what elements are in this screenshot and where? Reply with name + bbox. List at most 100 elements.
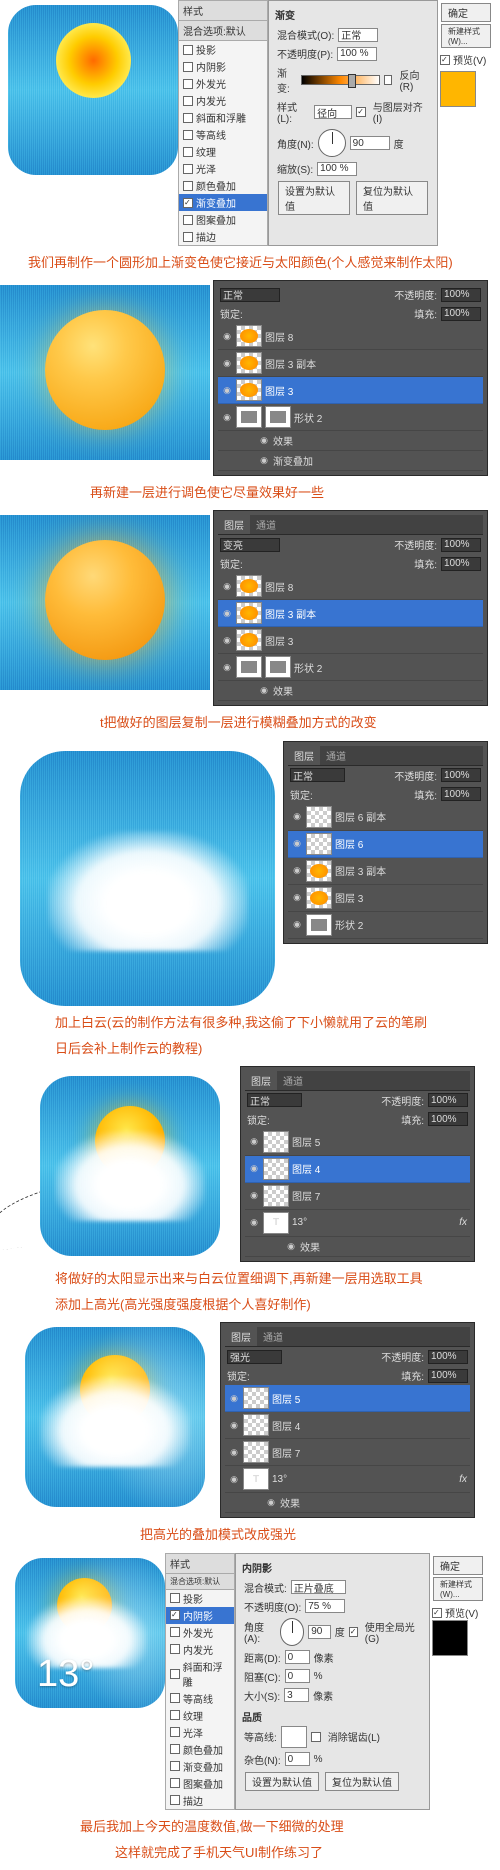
- layer-row-selected[interactable]: 图层 4: [245, 1156, 470, 1183]
- layer-row[interactable]: 图层 8: [218, 573, 483, 600]
- layer-effects[interactable]: 效果: [225, 1493, 470, 1513]
- blend-mode-6[interactable]: 强光: [227, 1350, 282, 1364]
- is-angle-dial[interactable]: [280, 1618, 305, 1646]
- layer-row[interactable]: 形状 2: [218, 404, 483, 431]
- layer-row-selected[interactable]: 图层 3 副本: [218, 600, 483, 627]
- style-inner-shadow-sel[interactable]: 内阴影: [166, 1607, 234, 1624]
- ok-button-7[interactable]: 确定: [433, 1556, 483, 1575]
- step-text-4a: 加上白云(云的制作方法有很多种,我这偷了下小懒就用了云的笔刷: [0, 1006, 500, 1040]
- set-default-button[interactable]: 设置为默认值: [278, 181, 350, 215]
- blend-mode-select[interactable]: 正常: [338, 28, 378, 42]
- tab-channels[interactable]: 通道: [277, 1071, 309, 1090]
- style-drop-shadow[interactable]: 投影: [179, 41, 267, 58]
- layers-panel-4: 图层通道 正常不透明度:100% 锁定:填充:100% 图层 6 副本 图层 6…: [283, 741, 488, 944]
- style-item[interactable]: 颜色叠加: [166, 1741, 234, 1758]
- step-text-6: 把高光的叠加模式改成强光: [0, 1518, 500, 1552]
- new-style-button-7[interactable]: 新建样式(W)...: [433, 1577, 483, 1601]
- ok-button[interactable]: 确定: [441, 3, 491, 22]
- tab-layers[interactable]: 图层: [245, 1071, 277, 1090]
- step-text-5b: 添加上高光(高光强度强度根据个人喜好制作): [0, 1296, 500, 1322]
- gradient-title: 渐变: [275, 7, 431, 22]
- blend-mode-2[interactable]: 正常: [220, 288, 280, 302]
- layer-row-selected[interactable]: 图层 5: [225, 1385, 470, 1412]
- opacity-2[interactable]: 100%: [441, 288, 481, 302]
- tab-channels[interactable]: 通道: [320, 746, 352, 765]
- layer-row[interactable]: 图层 3: [218, 627, 483, 654]
- tab-layers[interactable]: 图层: [218, 515, 250, 534]
- style-contour[interactable]: 等高线: [179, 126, 267, 143]
- style-inner-shadow[interactable]: 内阴影: [179, 58, 267, 75]
- layer-row[interactable]: 图层 5: [245, 1129, 470, 1156]
- style-stroke[interactable]: 描边: [179, 228, 267, 245]
- new-style-button[interactable]: 新建样式(W)...: [441, 24, 491, 48]
- layer-row[interactable]: 形状 2: [288, 912, 483, 939]
- angle-input[interactable]: 90: [350, 136, 390, 150]
- style-outer-glow[interactable]: 外发光: [179, 75, 267, 92]
- style-gradient-overlay[interactable]: 渐变叠加: [179, 194, 267, 211]
- layer-row-selected[interactable]: 图层 6: [288, 831, 483, 858]
- angle-dial[interactable]: [318, 129, 346, 157]
- step-text-2: 再新建一层进行调色使它尽量效果好一些: [0, 476, 500, 510]
- style-pattern-overlay[interactable]: 图案叠加: [179, 211, 267, 228]
- layer-row[interactable]: 图层 8: [218, 323, 483, 350]
- is-reset-default[interactable]: 复位为默认值: [325, 1772, 399, 1791]
- layer-row[interactable]: 图层 4: [225, 1412, 470, 1439]
- tab-layers[interactable]: 图层: [288, 746, 320, 765]
- contour-thumb[interactable]: [281, 1726, 307, 1748]
- style-color-overlay[interactable]: 颜色叠加: [179, 177, 267, 194]
- is-set-default[interactable]: 设置为默认值: [245, 1772, 319, 1791]
- temperature-text: 13°: [37, 1653, 94, 1696]
- is-blend[interactable]: 正片叠底: [291, 1580, 346, 1594]
- layers-panel-5: 图层通道 正常不透明度:100% 锁定:填充:100% 图层 5 图层 4 图层…: [240, 1066, 475, 1262]
- style-item[interactable]: 外发光: [166, 1624, 234, 1641]
- icon-preview-1: [8, 5, 178, 175]
- scale-input[interactable]: 100 %: [317, 162, 357, 176]
- preview-swatch: [440, 71, 476, 107]
- style-item[interactable]: 图案叠加: [166, 1775, 234, 1792]
- style-item[interactable]: 斜面和浮雕: [166, 1658, 234, 1690]
- style-item[interactable]: 描边: [166, 1792, 234, 1809]
- style-texture[interactable]: 纹理: [179, 143, 267, 160]
- blend-mode-3[interactable]: 变亮: [220, 538, 280, 552]
- layer-row-text[interactable]: T13°fx: [245, 1210, 470, 1237]
- layer-row[interactable]: 图层 3 副本: [218, 350, 483, 377]
- opacity-input[interactable]: 100 %: [337, 47, 377, 61]
- gradient-style-select[interactable]: 径向: [314, 105, 352, 119]
- blend-mode-5[interactable]: 正常: [247, 1093, 302, 1107]
- icon-preview-3: [0, 515, 210, 690]
- layer-effects[interactable]: 效果: [218, 681, 483, 701]
- layer-row-text[interactable]: T13°fx: [225, 1466, 470, 1493]
- style-item[interactable]: 光泽: [166, 1724, 234, 1741]
- style-item[interactable]: 内发光: [166, 1641, 234, 1658]
- style-bevel[interactable]: 斜面和浮雕: [179, 109, 267, 126]
- blend-options-header: 混合选项:默认: [179, 21, 267, 41]
- style-item[interactable]: 投影: [166, 1590, 234, 1607]
- style-inner-glow[interactable]: 内发光: [179, 92, 267, 109]
- layer-row[interactable]: 形状 2: [218, 654, 483, 681]
- gradient-preview[interactable]: [301, 75, 380, 85]
- layer-effect-gradient[interactable]: 渐变叠加: [218, 451, 483, 471]
- fill-2[interactable]: 100%: [441, 307, 481, 321]
- is-opacity[interactable]: 75 %: [305, 1599, 345, 1613]
- reset-default-button[interactable]: 复位为默认值: [356, 181, 428, 215]
- tab-layers[interactable]: 图层: [225, 1327, 257, 1346]
- layer-effects[interactable]: 效果: [218, 431, 483, 451]
- layer-row[interactable]: 图层 6 副本: [288, 804, 483, 831]
- layer-row[interactable]: 图层 3: [288, 885, 483, 912]
- preview-swatch-7: [432, 1620, 468, 1656]
- blend-mode-4[interactable]: 正常: [290, 768, 345, 782]
- layer-row[interactable]: 图层 7: [225, 1439, 470, 1466]
- layer-row[interactable]: 图层 7: [245, 1183, 470, 1210]
- layer-row[interactable]: 图层 3 副本: [288, 858, 483, 885]
- step-text-3: t把做好的图层复制一层进行模糊叠加方式的改变: [0, 706, 500, 740]
- tab-channels[interactable]: 通道: [257, 1327, 289, 1346]
- layer-styles-list: 样式 混合选项:默认 投影 内阴影 外发光 内发光 斜面和浮雕 等高线 纹理 光…: [178, 0, 268, 246]
- step-text-1: 我们再制作一个圆形加上渐变色使它接近与太阳颜色(个人感觉来制作太阳): [0, 246, 500, 280]
- style-satin[interactable]: 光泽: [179, 160, 267, 177]
- tab-channels[interactable]: 通道: [250, 515, 282, 534]
- layer-effects[interactable]: 效果: [245, 1237, 470, 1257]
- style-item[interactable]: 等高线: [166, 1690, 234, 1707]
- style-item[interactable]: 渐变叠加: [166, 1758, 234, 1775]
- layer-row-selected[interactable]: 图层 3: [218, 377, 483, 404]
- style-item[interactable]: 纹理: [166, 1707, 234, 1724]
